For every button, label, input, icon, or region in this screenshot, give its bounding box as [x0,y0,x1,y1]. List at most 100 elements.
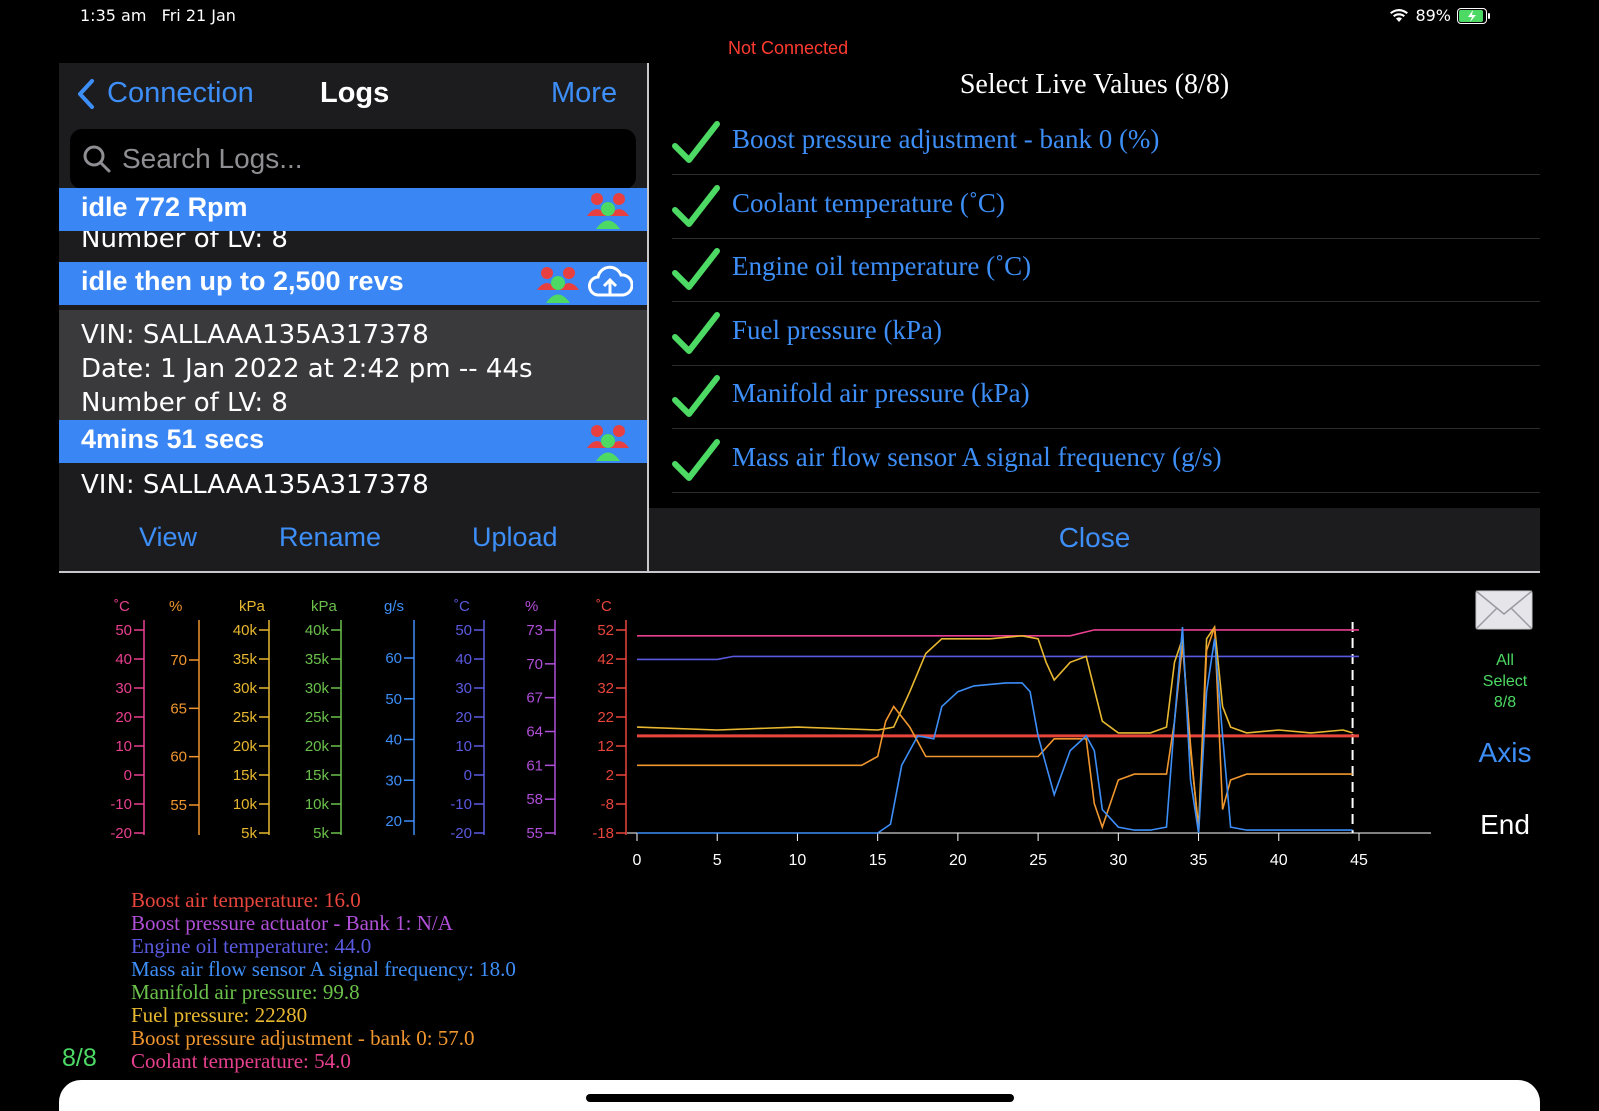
y-tick-label: -10 [110,796,132,813]
y-tick-label: 55 [170,797,187,814]
back-label: Connection [107,77,254,109]
close-button[interactable]: Close [649,522,1540,554]
live-value-label: Coolant temperature (˚C) [732,187,1005,218]
live-value-row[interactable]: Coolant temperature (˚C) [672,176,1540,239]
y-tick-label: 64 [526,724,543,741]
y-tick-label: 50 [385,691,402,708]
log-2-details: VIN: SALLAAA135A317378 Date: 1 Jan 2022 … [59,310,648,427]
legend-entry: Fuel pressure: 22280 [131,1003,308,1027]
live-value-row[interactable]: Fuel pressure (kPa) [672,303,1540,366]
live-value-row[interactable]: Boost pressure adjustment - bank 0 (%) [672,112,1540,175]
log-item-4mins[interactable]: 4mins 51 secs [59,420,648,463]
rename-button[interactable]: Rename [279,522,381,553]
legend-entry: Boost pressure actuator - Bank 1: N/A [131,911,453,935]
y-tick-label: 50 [115,622,132,639]
group-users-icon [537,267,579,303]
y-tick-label: 30 [455,680,472,697]
more-button[interactable]: More [551,77,617,110]
log-title: 4mins 51 secs [81,424,265,454]
y-tick-label: 35k [305,651,330,668]
log-vin: VIN: SALLAAA135A317378 [81,470,429,500]
y-tick-label: 12 [597,738,614,755]
y-tick-label: 30 [115,680,132,697]
y-tick-label: 5k [241,825,257,842]
legend-entry: Coolant temperature: 54.0 [131,1049,351,1073]
y-tick-label: -10 [450,796,472,813]
logs-toolbar: View Rename Upload [59,508,648,571]
view-button[interactable]: View [139,522,197,553]
series-line [637,626,1353,834]
checkmark-icon [672,248,720,290]
y-tick-label: 70 [526,656,543,673]
y-axis-unit: ˚C [596,598,612,615]
checkmark-icon [672,375,720,417]
x-tick-label: 15 [869,852,887,869]
live-values-chart[interactable]: ˚C50403020100-10-20%70656055kPa40k35k30k… [59,575,1439,875]
group-users-icon [587,193,629,229]
series-count: 8/8 [62,1044,97,1072]
select-all-button[interactable]: All Select 8/8 [1460,650,1550,713]
y-tick-label: 30k [305,680,330,697]
y-tick-label: 35k [233,651,258,668]
y-axis-unit: ˚C [114,598,130,615]
series-line [637,629,1359,637]
y-tick-label: 10k [305,796,330,813]
log-item-idle-772[interactable]: idle 772 Rpm [59,188,648,231]
select-count: 8/8 [1493,694,1517,711]
logs-panel: Connection Logs More Number of LV: 8 idl… [59,63,648,571]
live-value-row[interactable]: Mass air flow sensor A signal frequency … [672,430,1540,493]
log-vin: VIN: SALLAAA135A317378 [81,320,429,350]
y-tick-label: 40 [455,651,472,668]
live-value-label: Fuel pressure (kPa) [732,314,942,345]
y-tick-label: 60 [385,650,402,667]
live-value-label: Manifold air pressure (kPa) [732,378,1030,408]
live-value-row[interactable]: Engine oil temperature (˚C) [672,239,1540,302]
y-tick-label: 0 [464,767,472,784]
y-tick-label: 10 [115,738,132,755]
home-indicator [586,1094,1014,1102]
log-3-details: VIN: SALLAAA135A317378 [81,468,429,502]
connection-status: Not Connected [728,38,849,58]
y-tick-label: 30 [385,772,402,789]
log-item-idle-2500[interactable]: idle then up to 2,500 revs [59,262,648,305]
x-tick-label: 5 [713,852,722,869]
back-button[interactable]: Connection [77,77,254,110]
checkmark-icon [672,438,720,481]
nav-title: Logs [320,77,390,109]
legend-entry: Boost pressure adjustment - bank 0: 57.0 [131,1026,475,1050]
y-tick-label: 52 [597,622,614,639]
live-value-label: Boost pressure adjustment - bank 0 (%) [732,124,1160,154]
y-tick-label: 30k [233,680,258,697]
x-tick-label: 35 [1190,852,1208,869]
battery-percent: 89% [1415,6,1451,25]
y-axis-unit: g/s [384,598,404,615]
checkmark-icon [672,311,720,354]
x-tick-label: 30 [1109,852,1127,869]
legend-entry: Mass air flow sensor A signal frequency:… [131,957,516,981]
battery-icon [1457,7,1490,24]
y-tick-label: 20k [233,738,258,755]
y-axis-unit: % [525,598,538,615]
chart-legend: Boost air temperature: 16.0 Boost pressur… [131,889,516,1073]
y-tick-label: 60 [170,749,187,766]
y-axis-unit: ˚C [454,598,470,615]
search-bar[interactable] [70,129,636,189]
upload-button[interactable]: Upload [472,522,558,553]
axis-button[interactable]: Axis [1455,737,1555,769]
cloud-upload-icon [588,265,633,297]
y-tick-label: 2 [606,767,614,784]
live-value-label: Mass air flow sensor A signal frequency … [732,441,1222,472]
legend-entry: Manifold air pressure: 99.8 [131,980,360,1004]
y-tick-label: 20 [455,709,472,726]
y-tick-label: 22 [597,709,614,726]
log-lines: VIN: SALLAAA135A317378 Date: 1 Jan 2022 … [81,318,533,420]
end-button[interactable]: End [1455,809,1555,841]
x-tick-label: 10 [789,852,807,869]
live-value-label: Engine oil temperature (˚C) [732,251,1032,281]
x-tick-label: 0 [633,852,642,869]
search-input[interactable] [122,143,602,175]
live-value-row[interactable]: Manifold air pressure (kPa) [672,366,1540,429]
y-tick-label: 67 [526,690,543,707]
legend-entry: Boost air temperature: 16.0 [131,888,361,912]
mail-icon[interactable] [1475,590,1533,630]
